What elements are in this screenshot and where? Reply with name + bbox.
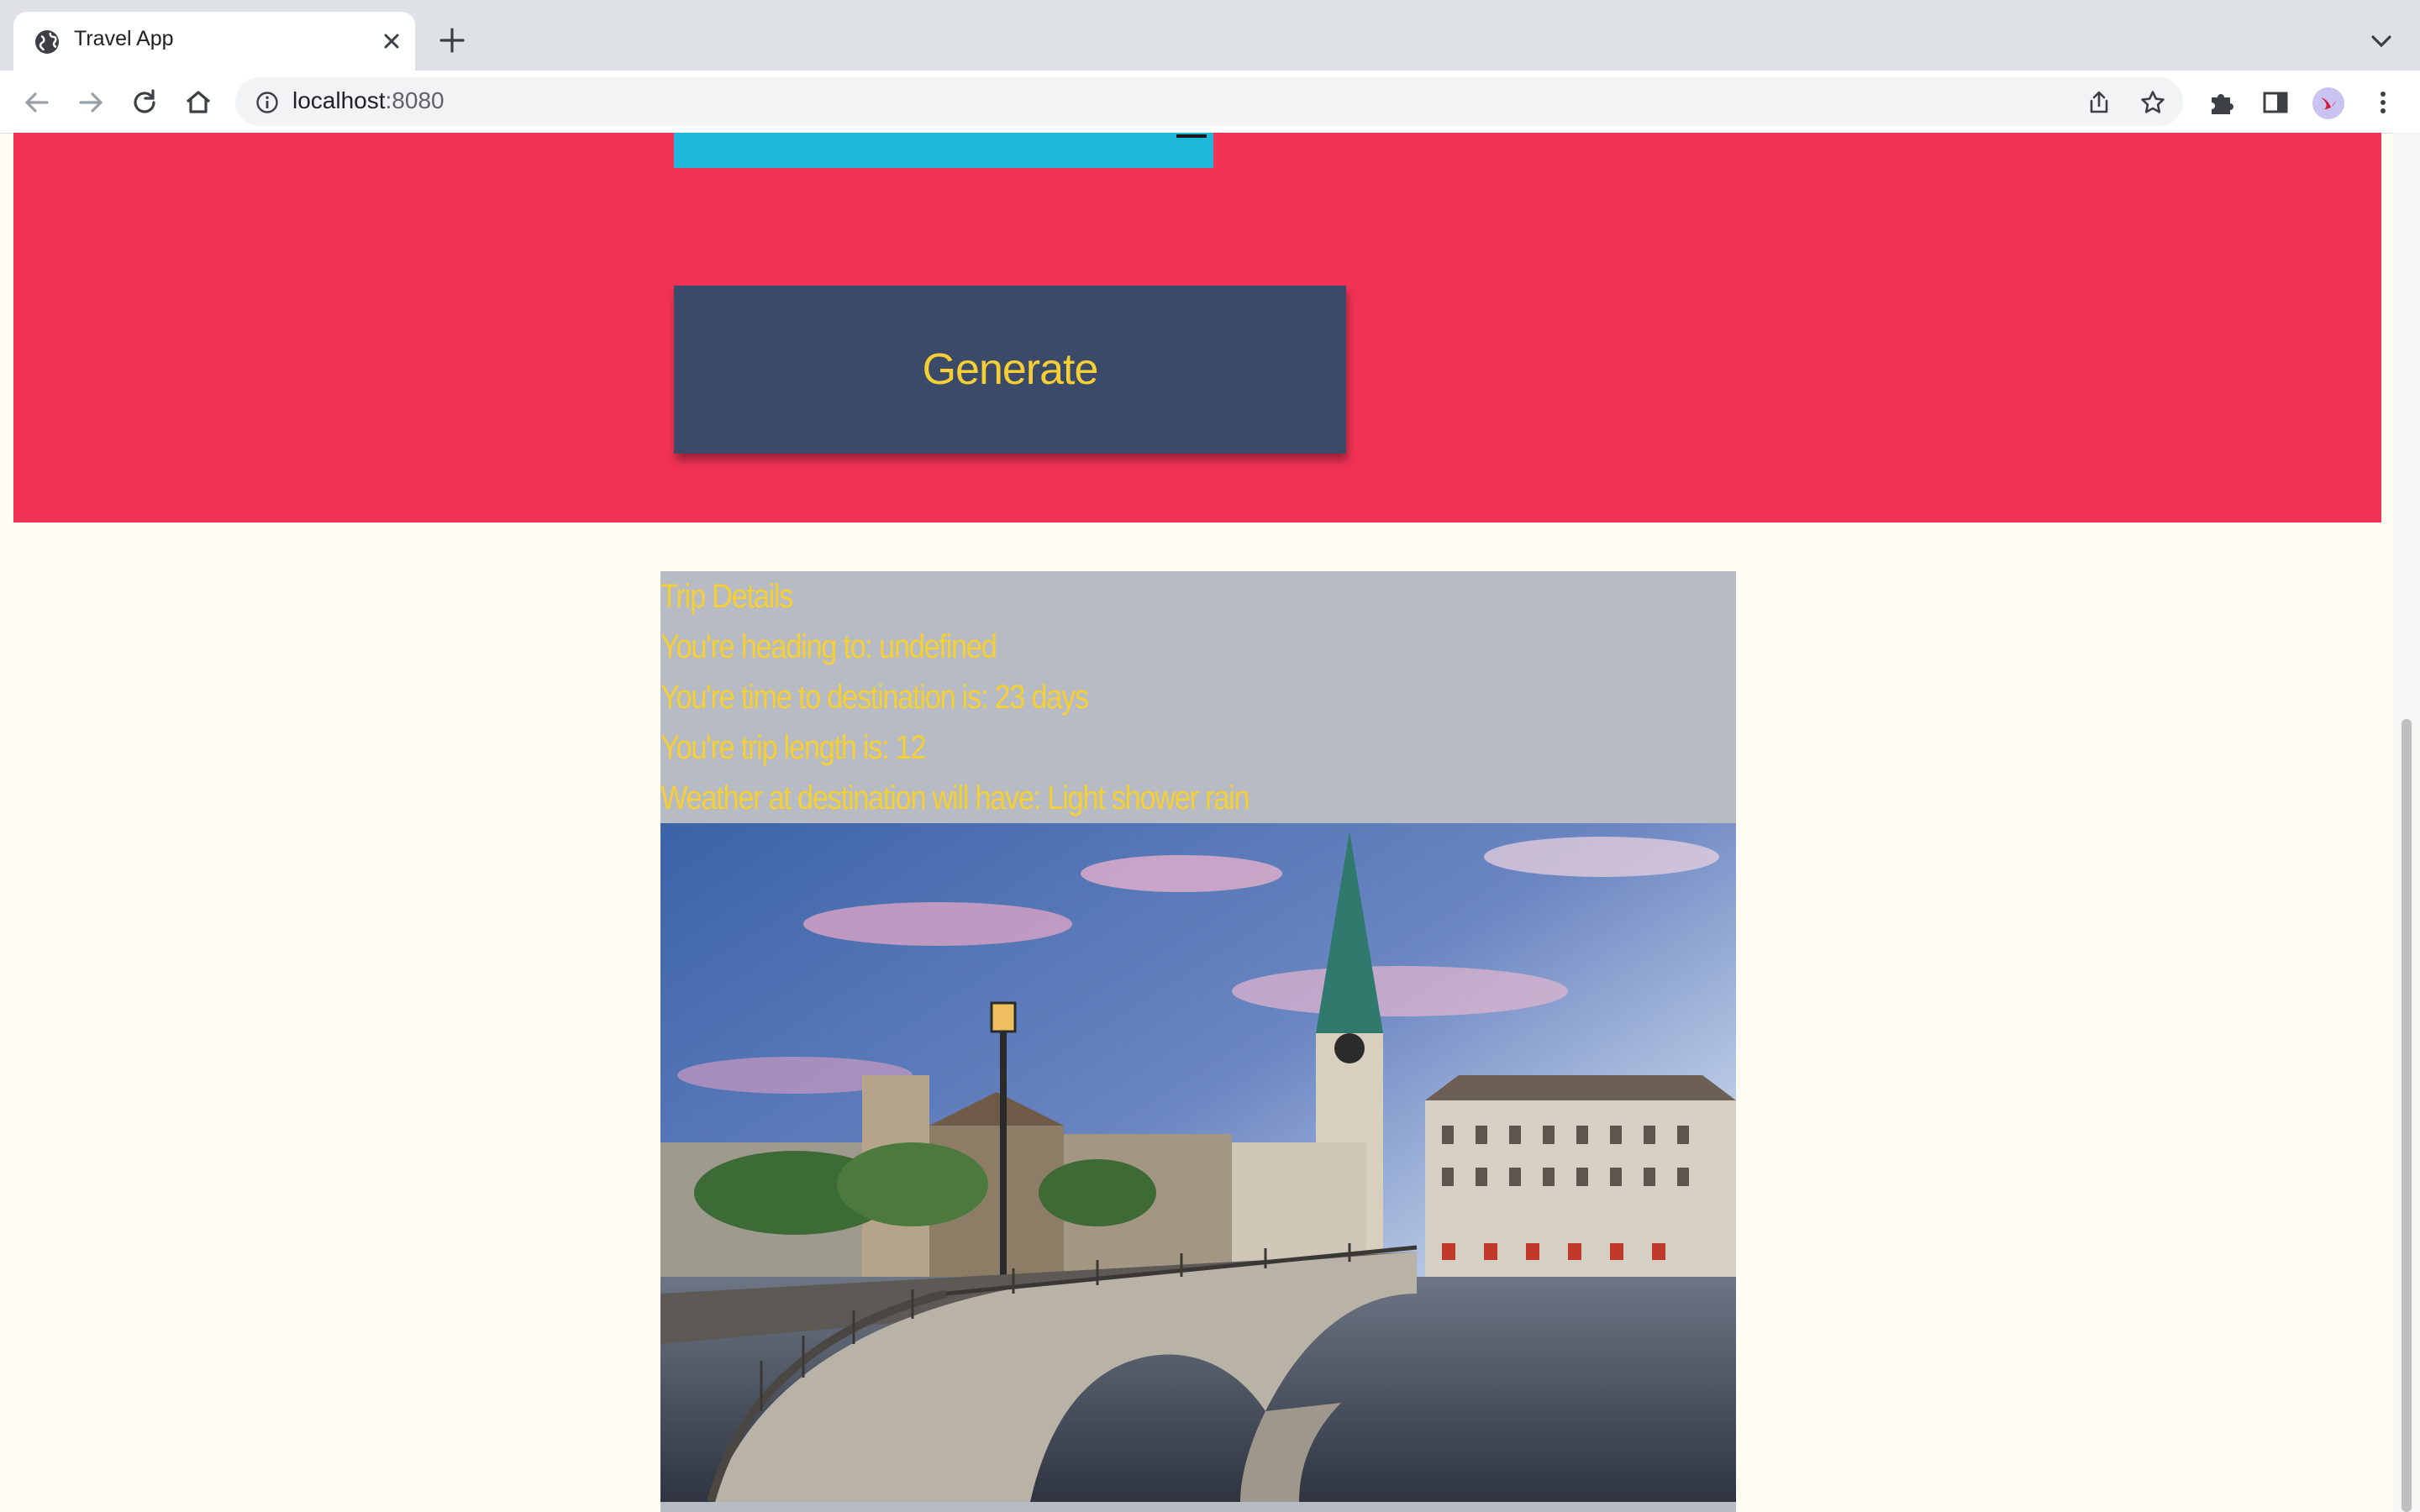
forward-arrow-icon[interactable]	[74, 86, 108, 119]
extensions-puzzle-icon[interactable]	[2207, 87, 2237, 118]
url-host: localhost	[292, 87, 386, 113]
time-to-destination-text: You're time to destination is: 23 days	[660, 679, 1089, 716]
destination-text: You're heading to: undefined	[660, 628, 997, 665]
info-icon[interactable]	[255, 91, 279, 114]
back-arrow-icon[interactable]	[20, 86, 54, 119]
trip-length-text: You're trip length is: 12	[660, 729, 927, 766]
url-port: :8080	[385, 87, 445, 113]
bookmark-star-icon[interactable]	[2139, 89, 2166, 116]
generate-button[interactable]: Generate	[674, 286, 1346, 454]
weather-text: Weather at destination will have: Light …	[660, 780, 1250, 816]
trip-details-panel: Trip Details You're heading to: undefine…	[660, 571, 1736, 1512]
trip-details: Trip Details You're heading to: undefine…	[660, 571, 1736, 823]
new-tab-icon[interactable]	[434, 22, 471, 59]
tab-strip: Travel App	[0, 0, 2420, 71]
address-bar[interactable]: localhost:8080	[235, 77, 2183, 126]
browser-tab[interactable]: Travel App	[13, 12, 415, 71]
reload-icon[interactable]	[128, 86, 161, 119]
browser-toolbar: localhost:8080	[0, 71, 2420, 134]
tab-title: Travel App	[74, 27, 174, 50]
destination-photo	[660, 823, 1736, 1502]
trip-details-heading: Trip Details	[660, 578, 793, 615]
profile-avatar[interactable]	[2312, 87, 2344, 119]
chevron-down-icon[interactable]	[2366, 29, 2396, 54]
scrollbar-thumb[interactable]	[2402, 719, 2412, 1512]
globe-icon	[35, 30, 59, 54]
more-menu-icon[interactable]	[2368, 87, 2398, 118]
header-section: Generate	[13, 133, 2381, 522]
side-panel-icon[interactable]	[2260, 87, 2291, 118]
share-icon[interactable]	[2086, 89, 2112, 116]
home-icon[interactable]	[182, 86, 215, 119]
url-text: localhost:8080	[292, 87, 445, 114]
page-viewport: Generate Trip Details You're heading to:…	[0, 133, 2420, 1512]
calendar-icon[interactable]	[1176, 134, 1207, 138]
date-input-field[interactable]	[674, 133, 1213, 168]
close-tab-icon[interactable]	[376, 26, 407, 56]
